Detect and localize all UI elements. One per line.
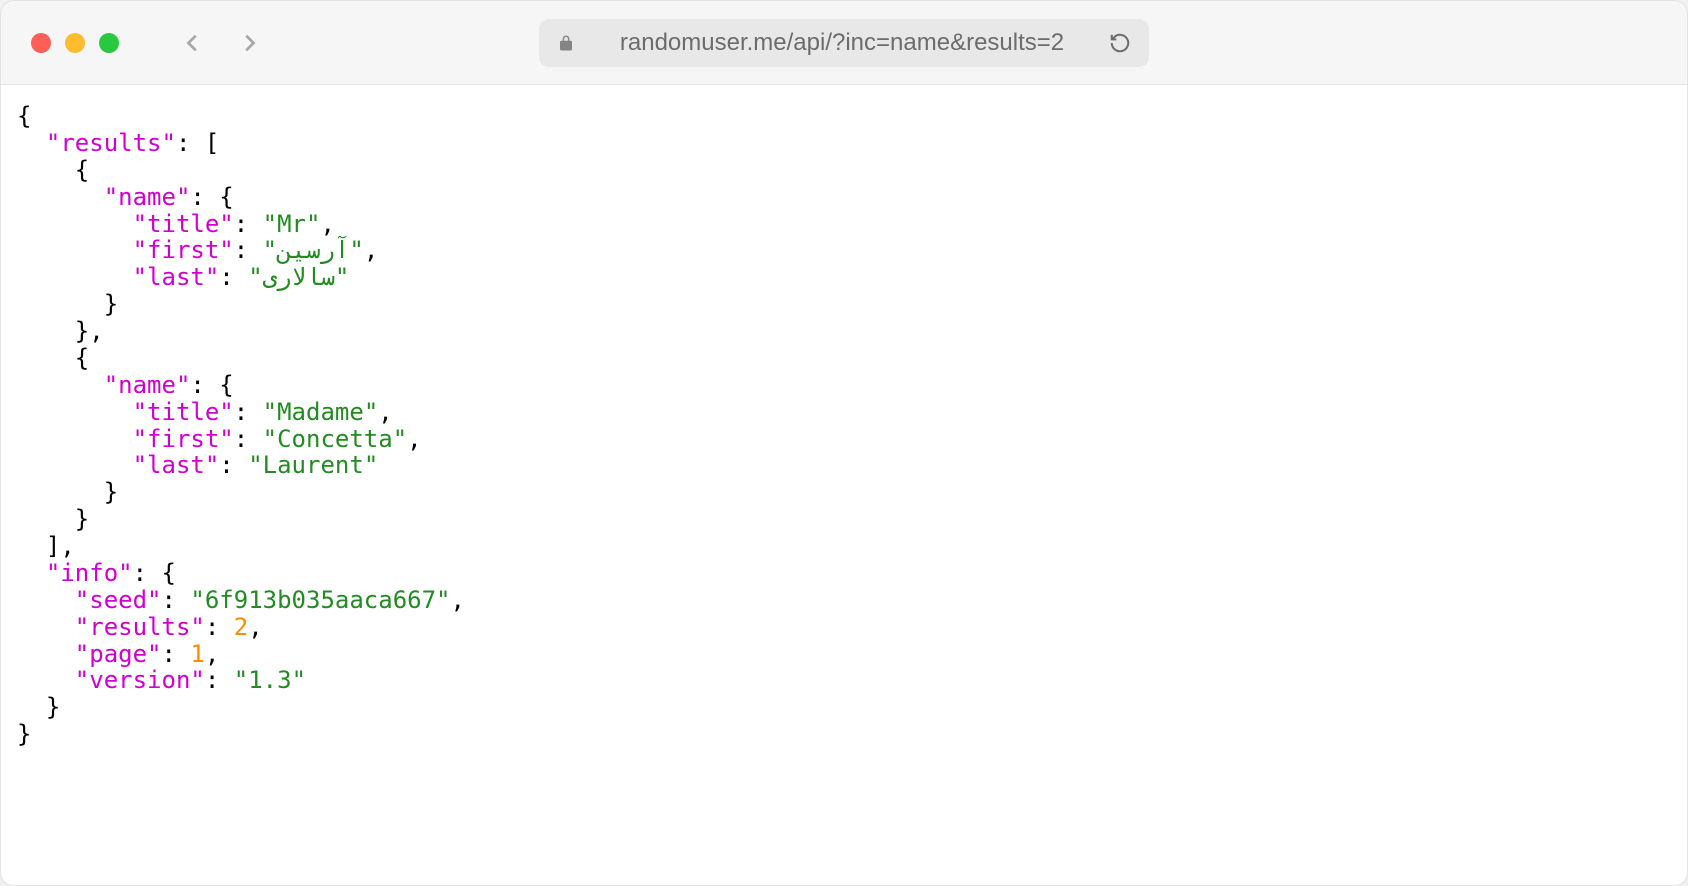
json-value: 6f913b035aaca667 [205,586,436,614]
browser-titlebar: randomuser.me/api/?inc=name&results=2 [1,1,1687,85]
json-value: Concetta [277,425,393,453]
close-window-button[interactable] [31,33,51,53]
json-value: 1 [190,640,204,668]
lock-icon [557,34,575,52]
nav-buttons [179,29,263,57]
minimize-window-button[interactable] [65,33,85,53]
browser-window: randomuser.me/api/?inc=name&results=2 { … [0,0,1688,886]
chevron-right-icon [238,32,260,54]
url-text: randomuser.me/api/?inc=name&results=2 [587,29,1097,57]
json-value: Mr [277,210,306,238]
json-value: Laurent [263,451,364,479]
reload-icon[interactable] [1109,32,1131,54]
json-value: 2 [234,613,248,641]
maximize-window-button[interactable] [99,33,119,53]
json-value: Madame [277,398,364,426]
json-value: سالاری [263,263,335,291]
back-button[interactable] [179,29,207,57]
json-value: آرسین [277,236,349,264]
window-controls [31,33,119,53]
json-body: { "results": [ { "name": { "title": "Mr"… [17,103,1671,748]
json-value: 1.3 [248,666,291,694]
forward-button[interactable] [235,29,263,57]
page-content: { "results": [ { "name": { "title": "Mr"… [1,85,1687,885]
url-bar[interactable]: randomuser.me/api/?inc=name&results=2 [539,19,1149,67]
chevron-left-icon [182,32,204,54]
